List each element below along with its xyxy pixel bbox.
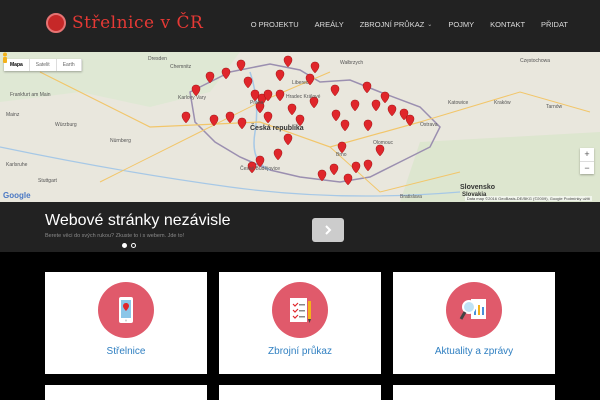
page: Střelnice v ČR O projektu Areály Zbrojní… <box>0 0 600 400</box>
slider-dots <box>122 243 136 248</box>
city-label: Stuttgart <box>38 178 57 184</box>
nav-item-kontakt[interactable]: Kontakt <box>482 20 533 29</box>
city-label: Częstochowa <box>520 58 551 64</box>
city-label: Nürnberg <box>110 138 131 144</box>
zoom-control: + − <box>580 148 594 174</box>
card-aktuality[interactable]: Aktuality a zprávy <box>393 272 555 374</box>
map-type-earth[interactable]: Earth <box>57 59 82 71</box>
city-label: Tarnów <box>546 104 563 110</box>
city-label: Olomouc <box>373 140 394 146</box>
card-icon-circle <box>272 282 328 338</box>
pegman-icon[interactable] <box>0 52 10 64</box>
zoom-out-button[interactable]: − <box>580 161 594 174</box>
city-label: Würzburg <box>55 122 77 128</box>
magnifier-chart-icon <box>459 299 486 320</box>
site-logo[interactable]: Střelnice v ČR <box>46 12 203 34</box>
card-icon-circle <box>98 282 154 338</box>
country-label-slovensko: Slovensko <box>460 184 496 191</box>
card-partial <box>45 385 207 400</box>
phone-map-icon <box>119 297 133 323</box>
chevron-down-icon: ⌄ <box>427 22 433 28</box>
logo-text: Střelnice v ČR <box>72 13 204 33</box>
map-type-control: Mapa Satelit Earth <box>4 59 82 71</box>
checklist-icon <box>290 298 311 323</box>
slider-next-button[interactable] <box>312 218 344 242</box>
city-label: Katowice <box>448 100 469 106</box>
card-zbrojni-prukaz[interactable]: Zbrojní průkaz <box>219 272 381 374</box>
city-label: Mainz <box>6 112 20 118</box>
slider-dot[interactable] <box>131 243 136 248</box>
city-label: Ostrava <box>420 122 438 128</box>
main-nav: O projektu Areály Zbrojní průkaz ⌄ Pojmy … <box>243 20 576 29</box>
city-label: Bratislava <box>400 194 422 200</box>
city-label: Dresden <box>148 56 167 62</box>
city-label: Karlovy Vary <box>178 95 206 101</box>
city-label: Praha <box>250 100 264 106</box>
card-strelnice[interactable]: Střelnice <box>45 272 207 374</box>
nav-item-pridat[interactable]: Přidat <box>533 20 576 29</box>
city-label: Brno <box>336 152 347 158</box>
card-label[interactable]: Střelnice <box>45 346 207 357</box>
nav-item-o-projektu[interactable]: O projektu <box>243 20 307 29</box>
card-icon-circle <box>446 282 502 338</box>
slider-caption: Webové stránky nezávisle Berete věci do … <box>0 202 600 252</box>
target-icon <box>46 13 66 33</box>
city-label: Karlsruhe <box>6 162 28 168</box>
city-label: Liberec <box>292 80 309 86</box>
city-label: Chemnitz <box>170 64 192 70</box>
zoom-in-button[interactable]: + <box>580 148 594 161</box>
map-view[interactable]: Česká republika Slovensko Slovakia Dresd… <box>0 52 600 202</box>
slider-dot[interactable] <box>122 243 127 248</box>
nav-item-pojmy[interactable]: Pojmy <box>440 20 482 29</box>
city-label: České Budějovice <box>240 166 281 172</box>
slide-title: Webové stránky nezávisle <box>45 212 231 229</box>
country-label: Česká republika <box>250 125 304 132</box>
card-label[interactable]: Aktuality a zprávy <box>393 346 555 357</box>
city-label: Frankfurt am Main <box>10 92 51 98</box>
card-label[interactable]: Zbrojní průkaz <box>219 346 381 357</box>
nav-item-arealy[interactable]: Areály <box>307 20 352 29</box>
city-label: Kraków <box>494 100 511 106</box>
site-header: Střelnice v ČR O projektu Areály Zbrojní… <box>0 0 600 52</box>
slide-subtitle: Berete věci do svých rukou? Zkuste to i … <box>45 233 185 239</box>
nav-item-zbrojni-prukaz[interactable]: Zbrojní průkaz ⌄ <box>352 20 441 29</box>
google-logo: Google <box>3 191 31 200</box>
chevron-right-icon <box>325 225 332 235</box>
city-label: Hradec Králové <box>286 94 321 100</box>
map-type-satelit[interactable]: Satelit <box>30 59 57 71</box>
city-label: Wałbrzych <box>340 60 364 66</box>
map-attribution[interactable]: Data map ©2016 GeoBasis-DE/BKG (©2009), … <box>464 196 592 201</box>
card-partial <box>219 385 381 400</box>
card-partial <box>393 385 555 400</box>
